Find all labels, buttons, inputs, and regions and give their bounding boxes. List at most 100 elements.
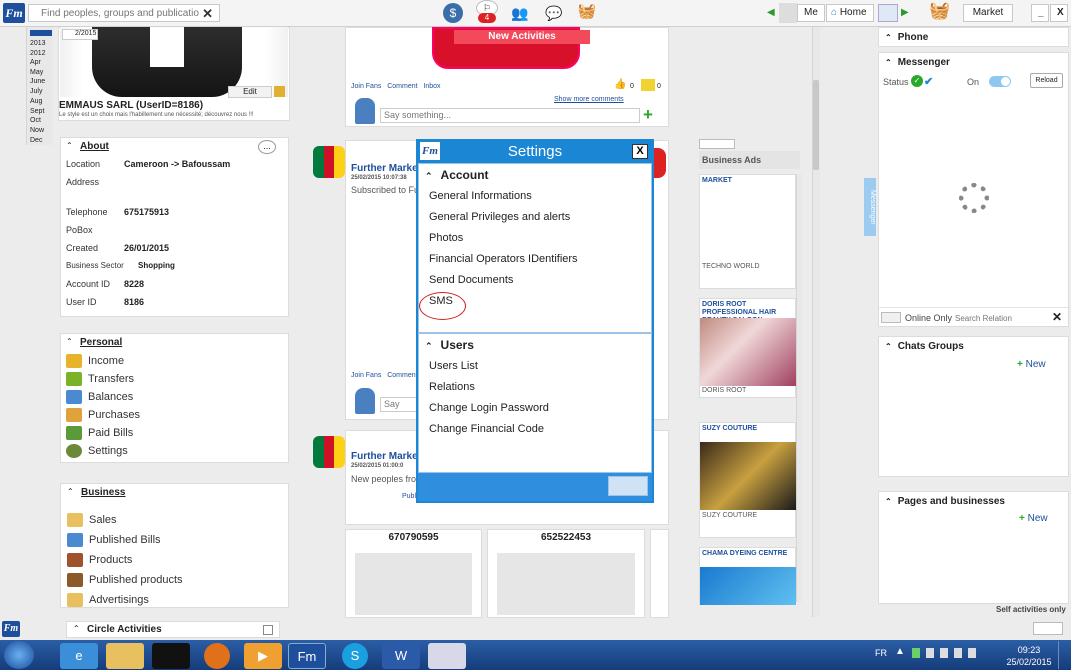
join-fans-link[interactable]: Join Fans (351, 83, 381, 90)
personal-transfers[interactable]: Transfers (66, 370, 140, 388)
messenger-side-tab[interactable]: Messenger (864, 178, 876, 236)
edit-pencil-icon[interactable] (274, 86, 285, 97)
reload-button[interactable]: Reload (1030, 73, 1063, 88)
ads-scrollbar[interactable] (796, 174, 802, 602)
personal-title[interactable]: Personal (80, 337, 122, 348)
people-icon[interactable]: 👥 (510, 3, 530, 23)
language-indicator[interactable]: FR (875, 648, 887, 658)
menu-general-informations[interactable]: General Informations (419, 186, 651, 207)
settings-close-button[interactable]: X (632, 144, 648, 159)
market-button[interactable]: Market (963, 4, 1013, 22)
clock-date[interactable]: 25/02/2015 (1005, 657, 1053, 667)
menu-change-financial-code[interactable]: Change Financial Code (419, 419, 651, 440)
circle-activities-checkbox[interactable] (263, 625, 273, 635)
month-item[interactable]: Sept (30, 107, 50, 117)
about-title[interactable]: About (80, 141, 109, 152)
tray-icon[interactable] (912, 648, 920, 658)
app-logo[interactable]: Fm (3, 3, 25, 23)
show-desktop-button[interactable] (1058, 641, 1070, 669)
feed-scrollbar-thumb[interactable] (813, 80, 819, 170)
explorer-icon[interactable] (106, 643, 144, 669)
comment-input[interactable]: Say som (380, 397, 418, 412)
avatar[interactable] (779, 3, 797, 23)
paint-icon[interactable] (428, 643, 466, 669)
clock-time[interactable]: 09:23 (1005, 645, 1053, 655)
add-comment-icon[interactable]: + (643, 106, 653, 123)
firefox-icon[interactable] (204, 643, 230, 669)
inbox-link[interactable]: Inbox (423, 83, 440, 90)
self-activities-toggle[interactable] (1033, 622, 1063, 635)
word-icon[interactable]: W (382, 643, 420, 669)
business-sales[interactable]: Sales (67, 511, 183, 531)
search-box[interactable]: ✕ (28, 4, 220, 22)
fm-app-icon[interactable]: Fm (288, 643, 326, 669)
month-item[interactable]: July (30, 87, 50, 97)
personal-purchases[interactable]: Purchases (66, 406, 140, 424)
month-item[interactable]: Aug (30, 97, 50, 107)
media-player-icon[interactable]: ▶ (244, 643, 282, 669)
online-only-toggle[interactable] (881, 312, 901, 323)
start-button[interactable] (4, 641, 34, 669)
collapse-chevron-icon[interactable]: ⌃ (67, 487, 74, 496)
show-more-comments-link[interactable]: Show more comments (554, 96, 624, 103)
month-item[interactable]: Now (30, 126, 50, 136)
menu-financial-operators[interactable]: Financial Operators IDentifiers (419, 249, 651, 270)
join-fans-link[interactable]: Join Fans (351, 372, 381, 379)
edit-photo-button[interactable]: Edit (228, 86, 272, 98)
ie-icon[interactable]: e (60, 643, 98, 669)
menu-relations[interactable]: Relations (419, 377, 651, 398)
business-published-bills[interactable]: Published Bills (67, 531, 183, 551)
menu-send-documents[interactable]: Send Documents (419, 270, 651, 291)
menu-photos[interactable]: Photos (419, 228, 651, 249)
personal-paid-bills[interactable]: Paid Bills (66, 424, 140, 442)
comment-link[interactable]: Comment (387, 83, 417, 90)
me-button[interactable]: Me (797, 4, 825, 22)
chat-icon[interactable]: 💬 (544, 3, 564, 23)
dollar-icon[interactable]: $ (443, 3, 463, 23)
new-chat-group-button[interactable]: + New (1017, 359, 1046, 370)
collapse-chevron-icon[interactable]: ⌃ (66, 141, 73, 150)
clear-search-icon[interactable]: ✕ (202, 6, 213, 22)
menu-users-list[interactable]: Users List (419, 356, 651, 377)
post2-sub[interactable]: Publ (402, 493, 416, 500)
network-icon[interactable] (954, 648, 962, 658)
personal-income[interactable]: Income (66, 352, 140, 370)
footer-logo[interactable]: Fm (2, 621, 20, 637)
app-icon[interactable] (152, 643, 190, 669)
ad-card-doris[interactable]: DORIS ROOT PROFESSIONAL HAIR BEAUTY SALO… (699, 298, 796, 398)
close-button[interactable]: X (1050, 4, 1068, 22)
post1-title[interactable]: Further Market (351, 163, 421, 174)
skype-icon[interactable]: S (342, 643, 368, 669)
post2-title[interactable]: Further Market (351, 451, 421, 462)
tray-up-arrow-icon[interactable]: ▲ (895, 646, 905, 657)
collapse-chevron-icon[interactable]: ⌃ (73, 624, 80, 633)
business-published-products[interactable]: Published products (67, 571, 183, 591)
phone-panel[interactable]: ⌃ Phone (878, 27, 1069, 47)
new-page-button[interactable]: + New (1019, 513, 1048, 524)
comment-link[interactable]: Comment (387, 372, 417, 379)
about-more-button[interactable]: ... (258, 140, 276, 154)
business-title[interactable]: Business (81, 487, 125, 498)
pages-businesses-header[interactable]: ⌃ Pages and businesses (879, 492, 1068, 511)
ads-toggle[interactable] (699, 139, 735, 149)
status-online-icon[interactable]: ✓ (911, 75, 923, 87)
comment-input[interactable]: Say something... (380, 108, 640, 123)
switch-icon[interactable] (878, 4, 898, 22)
ad-card-chama[interactable]: CHAMA DYEING CENTRE (699, 547, 796, 605)
users-section-title[interactable]: ⌃ Users (419, 334, 651, 356)
search-input[interactable] (29, 5, 199, 21)
status-toggle[interactable] (989, 76, 1011, 87)
month-item[interactable]: Oct (30, 116, 50, 126)
tray-icon[interactable] (926, 648, 934, 658)
minimize-button[interactable]: _ (1031, 4, 1049, 22)
month-item[interactable]: Apr (30, 58, 50, 68)
tray-icon[interactable] (940, 648, 948, 658)
dislike-icon[interactable] (641, 79, 655, 91)
volume-icon[interactable] (968, 648, 976, 658)
messenger-header[interactable]: ⌃ Messenger (879, 53, 1068, 72)
business-products[interactable]: Products (67, 551, 183, 571)
market-basket-icon[interactable]: 🧺 (929, 1, 951, 23)
contact-card-3[interactable] (650, 529, 669, 618)
personal-balances[interactable]: Balances (66, 388, 140, 406)
timeline-current[interactable] (30, 30, 52, 36)
